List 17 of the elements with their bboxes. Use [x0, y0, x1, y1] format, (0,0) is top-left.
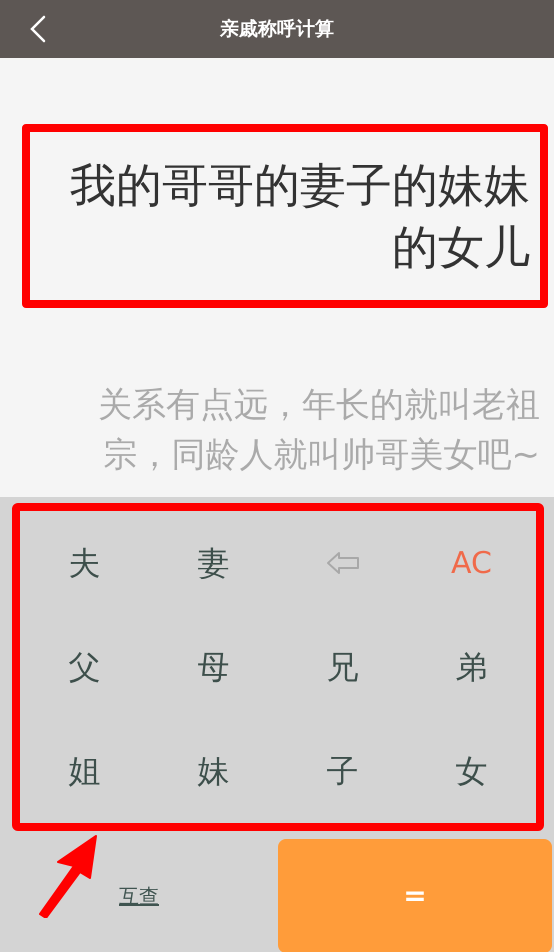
back-icon [30, 15, 46, 43]
back-button[interactable] [28, 14, 48, 44]
relation-key[interactable]: 女 [407, 719, 536, 823]
result-hint: 关系有点远，年长的就叫老祖宗，同龄人就叫帅哥美女吧~ [97, 384, 540, 477]
relation-key[interactable]: 兄 [278, 615, 407, 719]
relation-key[interactable]: 父 [20, 615, 149, 719]
relation-key[interactable]: 妹 [149, 719, 278, 823]
relation-key[interactable]: 夫 [20, 511, 149, 615]
expression-text: 我的哥哥的妻子的妹妹的女儿 [69, 157, 531, 276]
relation-key[interactable]: 弟 [407, 615, 536, 719]
relation-key[interactable]: 母 [149, 615, 278, 719]
relation-key[interactable]: 子 [278, 719, 407, 823]
mutual-lookup-button[interactable]: 互查 [0, 839, 278, 952]
relation-key[interactable]: 姐 [20, 719, 149, 823]
backspace-icon [326, 550, 360, 576]
relation-key[interactable]: 妻 [149, 511, 278, 615]
page-title: 亲戚称呼计算 [220, 16, 334, 42]
